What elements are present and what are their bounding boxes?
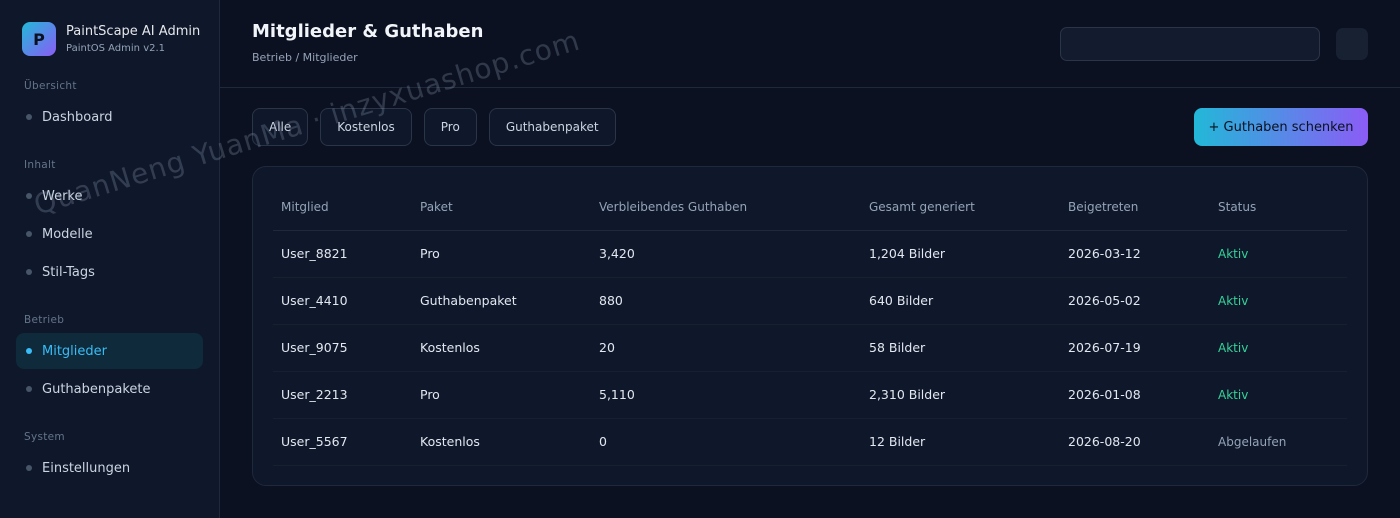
cell-credits: 20	[591, 324, 861, 372]
bullet-icon	[26, 114, 32, 120]
filter-all-button[interactable]: Alle	[252, 108, 309, 146]
sidebar-item-members[interactable]: Mitglieder	[16, 333, 203, 369]
column-header-joined[interactable]: Beigetreten	[1060, 185, 1210, 231]
table-row[interactable]: User_9075 Kostenlos 20 58 Bilder 2026-07…	[273, 324, 1347, 372]
table-row[interactable]: User_2213 Pro 5,110 2,310 Bilder 2026-01…	[273, 371, 1347, 419]
bullet-icon	[26, 348, 32, 354]
sidebar-item-label: Modelle	[42, 226, 93, 242]
bullet-icon	[26, 269, 32, 275]
search-input[interactable]	[1060, 27, 1320, 61]
filter-credit-package-button[interactable]: Guthabenpaket	[488, 108, 616, 146]
bullet-icon	[26, 193, 32, 199]
nav-section-content: Inhalt	[24, 159, 56, 171]
cell-generated: 58 Bilder	[861, 324, 1060, 372]
filter-bar: Alle Kostenlos Pro Guthabenpaket	[252, 108, 628, 146]
sidebar-item-credit-packages[interactable]: Guthabenpakete	[16, 371, 203, 407]
members-table: Mitglied Paket Verbleibendes Guthaben Ge…	[273, 185, 1347, 466]
status-badge: Abgelaufen	[1210, 418, 1347, 466]
sidebar-item-label: Einstellungen	[42, 460, 131, 476]
sidebar-item-label: Guthabenpakete	[42, 381, 151, 397]
sidebar-item-models[interactable]: Modelle	[16, 216, 203, 252]
breadcrumb: Betrieb / Mitglieder	[252, 51, 358, 64]
cell-joined: 2026-07-19	[1060, 324, 1210, 372]
sidebar: P PaintScape AI Admin PaintOS Admin v2.1…	[0, 0, 220, 518]
filter-pro-button[interactable]: Pro	[423, 108, 477, 146]
cell-joined: 2026-08-20	[1060, 418, 1210, 466]
bullet-icon	[26, 465, 32, 471]
table-row[interactable]: User_5567 Kostenlos 0 12 Bilder 2026-08-…	[273, 418, 1347, 466]
column-header-status[interactable]: Status	[1210, 185, 1347, 231]
cell-credits: 880	[591, 277, 861, 325]
cell-joined: 2026-01-08	[1060, 371, 1210, 419]
cell-joined: 2026-03-12	[1060, 230, 1210, 278]
table-row[interactable]: User_4410 Guthabenpaket 880 640 Bilder 2…	[273, 277, 1347, 325]
sidebar-item-style-tags[interactable]: Stil-Tags	[16, 254, 203, 290]
cell-credits: 0	[591, 418, 861, 466]
cell-member: User_2213	[273, 371, 412, 419]
cell-generated: 640 Bilder	[861, 277, 1060, 325]
cell-plan: Pro	[412, 371, 591, 419]
sidebar-item-works[interactable]: Werke	[16, 178, 203, 214]
nav-section-overview: Übersicht	[24, 80, 77, 92]
topbar: Mitglieder & Guthaben Betrieb / Mitglied…	[220, 0, 1400, 88]
brand-logo: P	[22, 22, 56, 56]
page-title: Mitglieder & Guthaben	[252, 21, 484, 42]
bullet-icon	[26, 386, 32, 392]
cell-member: User_8821	[273, 230, 412, 278]
table-header-row: Mitglied Paket Verbleibendes Guthaben Ge…	[273, 185, 1347, 231]
cell-plan: Kostenlos	[412, 418, 591, 466]
sidebar-item-label: Mitglieder	[42, 343, 107, 359]
status-badge: Aktiv	[1210, 324, 1347, 372]
sidebar-item-label: Stil-Tags	[42, 264, 95, 280]
cell-member: User_4410	[273, 277, 412, 325]
column-header-generated[interactable]: Gesamt generiert	[861, 185, 1060, 231]
main-content: Mitglieder & Guthaben Betrieb / Mitglied…	[220, 0, 1400, 518]
nav-section-system: System	[24, 431, 65, 443]
table-row[interactable]: User_8821 Pro 3,420 1,204 Bilder 2026-03…	[273, 230, 1347, 278]
cell-plan: Kostenlos	[412, 324, 591, 372]
column-header-member[interactable]: Mitglied	[273, 185, 412, 231]
members-card: Mitglied Paket Verbleibendes Guthaben Ge…	[252, 166, 1368, 486]
status-badge: Aktiv	[1210, 230, 1347, 278]
cell-generated: 1,204 Bilder	[861, 230, 1060, 278]
sidebar-item-label: Werke	[42, 188, 83, 204]
cell-credits: 5,110	[591, 371, 861, 419]
status-badge: Aktiv	[1210, 371, 1347, 419]
cell-credits: 3,420	[591, 230, 861, 278]
cell-generated: 12 Bilder	[861, 418, 1060, 466]
nav-section-operations: Betrieb	[24, 314, 65, 326]
brand-title: PaintScape AI Admin	[66, 23, 201, 39]
icon-button[interactable]	[1336, 28, 1368, 60]
column-header-credits[interactable]: Verbleibendes Guthaben	[591, 185, 861, 231]
cell-generated: 2,310 Bilder	[861, 371, 1060, 419]
sidebar-item-settings[interactable]: Einstellungen	[16, 450, 203, 486]
status-badge: Aktiv	[1210, 277, 1347, 325]
cell-member: User_9075	[273, 324, 412, 372]
bullet-icon	[26, 231, 32, 237]
gift-credits-button[interactable]: + Guthaben schenken	[1194, 108, 1368, 146]
sidebar-item-dashboard[interactable]: Dashboard	[16, 99, 203, 135]
cell-member: User_5567	[273, 418, 412, 466]
column-header-plan[interactable]: Paket	[412, 185, 591, 231]
brand-subtitle: PaintOS Admin v2.1	[66, 42, 166, 54]
cell-plan: Pro	[412, 230, 591, 278]
cell-plan: Guthabenpaket	[412, 277, 591, 325]
cell-joined: 2026-05-02	[1060, 277, 1210, 325]
brand: P PaintScape AI Admin PaintOS Admin v2.1	[16, 0, 203, 56]
filter-free-button[interactable]: Kostenlos	[320, 108, 412, 146]
sidebar-item-label: Dashboard	[42, 109, 113, 125]
app-window: P PaintScape AI Admin PaintOS Admin v2.1…	[0, 0, 1400, 518]
